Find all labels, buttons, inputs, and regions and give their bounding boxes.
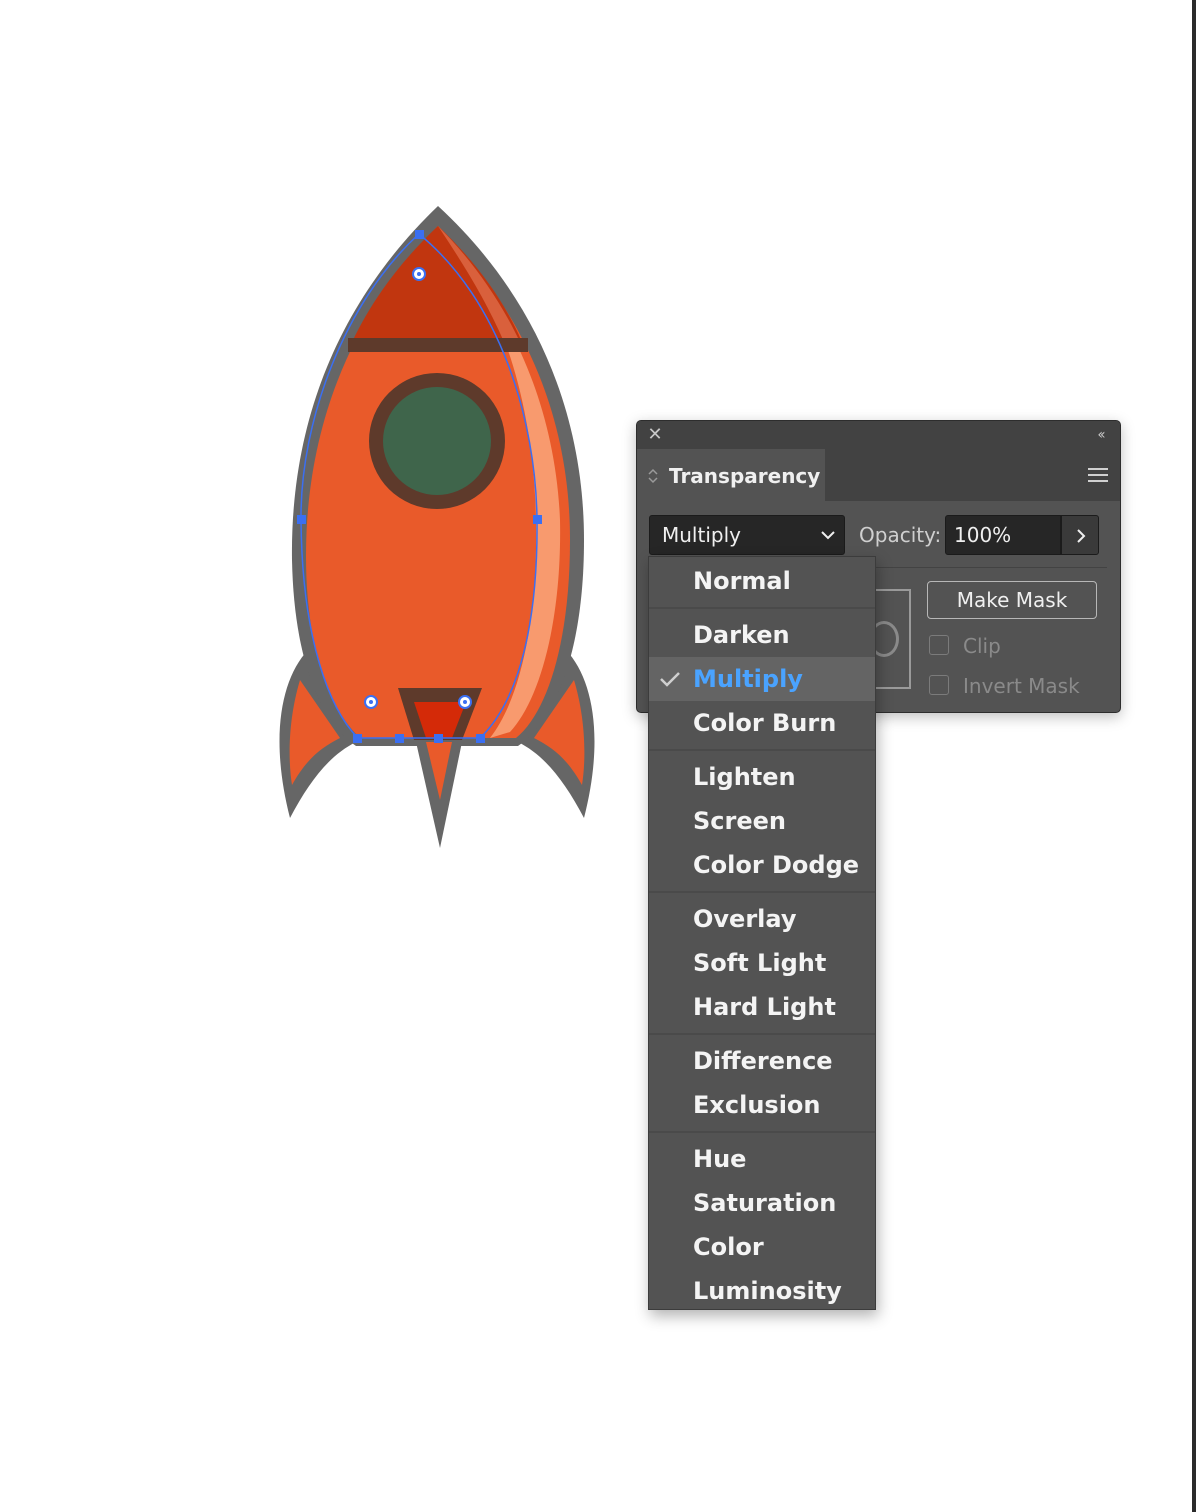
blend-option-label: Color bbox=[693, 1233, 764, 1261]
invert-mask-label: Invert Mask bbox=[963, 674, 1080, 698]
blend-option-multiply[interactable]: Multiply bbox=[649, 657, 875, 701]
blend-mode-value: Multiply bbox=[662, 523, 741, 547]
blend-option-label: Screen bbox=[693, 807, 786, 835]
blend-option-normal[interactable]: Normal bbox=[649, 559, 875, 603]
opacity-label: Opacity: bbox=[859, 523, 942, 547]
dropdown-separator bbox=[649, 1131, 875, 1133]
anchor-point bbox=[476, 734, 485, 743]
canvas-edge bbox=[1192, 0, 1196, 1512]
tab-transparency[interactable]: Transparency bbox=[637, 449, 825, 503]
blend-option-label: Difference bbox=[693, 1047, 833, 1075]
chevron-right-icon bbox=[1077, 529, 1086, 543]
make-mask-button[interactable]: Make Mask bbox=[927, 581, 1097, 619]
opacity-input[interactable]: 100% bbox=[945, 515, 1061, 555]
anchor-point bbox=[533, 515, 542, 524]
blend-option-color-burn[interactable]: Color Burn bbox=[649, 701, 875, 745]
blend-option-overlay[interactable]: Overlay bbox=[649, 897, 875, 941]
blend-option-darken[interactable]: Darken bbox=[649, 613, 875, 657]
blend-option-difference[interactable]: Difference bbox=[649, 1039, 875, 1083]
chevron-down-icon bbox=[821, 531, 835, 540]
blend-option-luminosity[interactable]: Luminosity bbox=[649, 1269, 875, 1313]
blend-option-label: Luminosity bbox=[693, 1277, 842, 1305]
blend-mode-dropdown: Normal Darken Multiply Color Burn Lighten Scr… bbox=[648, 556, 876, 1310]
blend-option-label: Hue bbox=[693, 1145, 747, 1173]
anchor-point bbox=[353, 734, 362, 743]
window-glass bbox=[383, 387, 491, 495]
blend-option-exclusion[interactable]: Exclusion bbox=[649, 1083, 875, 1127]
dropdown-separator bbox=[649, 607, 875, 609]
collapse-icon[interactable]: ‹‹ bbox=[1090, 425, 1110, 445]
anchor-point bbox=[297, 515, 306, 524]
panel-titlebar[interactable]: ✕ ‹‹ bbox=[637, 421, 1120, 449]
blend-option-hard-light[interactable]: Hard Light bbox=[649, 985, 875, 1029]
anchor-point bbox=[434, 734, 443, 743]
blend-option-label: Overlay bbox=[693, 905, 797, 933]
opacity-slider-button[interactable] bbox=[1061, 515, 1099, 555]
blend-option-color[interactable]: Color bbox=[649, 1225, 875, 1269]
blend-option-label: Color Burn bbox=[693, 709, 837, 737]
dropdown-separator bbox=[649, 1033, 875, 1035]
close-icon[interactable]: ✕ bbox=[645, 425, 665, 445]
blend-option-color-dodge[interactable]: Color Dodge bbox=[649, 843, 875, 887]
invert-mask-checkbox[interactable] bbox=[929, 675, 949, 695]
updown-icon bbox=[648, 468, 658, 484]
tab-label: Transparency bbox=[669, 464, 821, 488]
blend-option-lighten[interactable]: Lighten bbox=[649, 755, 875, 799]
blend-option-soft-light[interactable]: Soft Light bbox=[649, 941, 875, 985]
blend-option-label: Multiply bbox=[693, 665, 803, 693]
hamburger-menu-icon[interactable] bbox=[1088, 466, 1108, 484]
rocket-artwork[interactable] bbox=[0, 0, 700, 900]
dropdown-separator bbox=[649, 891, 875, 893]
blend-option-label: Soft Light bbox=[693, 949, 827, 977]
object-thumbnail[interactable] bbox=[873, 589, 911, 689]
anchor-point bbox=[395, 734, 404, 743]
blend-option-label: Normal bbox=[693, 567, 791, 595]
blend-option-label: Exclusion bbox=[693, 1091, 821, 1119]
blend-option-label: Lighten bbox=[693, 763, 796, 791]
checkmark-icon bbox=[660, 672, 680, 687]
blend-option-screen[interactable]: Screen bbox=[649, 799, 875, 843]
blend-option-label: Saturation bbox=[693, 1189, 837, 1217]
panel-tabbar: Transparency bbox=[637, 449, 1120, 503]
blend-option-label: Darken bbox=[693, 621, 790, 649]
blend-option-label: Hard Light bbox=[693, 993, 836, 1021]
anchor-point bbox=[415, 230, 424, 239]
clip-label: Clip bbox=[963, 634, 1001, 658]
dropdown-separator bbox=[649, 749, 875, 751]
blend-option-hue[interactable]: Hue bbox=[649, 1137, 875, 1181]
blend-option-label: Color Dodge bbox=[693, 851, 860, 879]
blend-option-saturation[interactable]: Saturation bbox=[649, 1181, 875, 1225]
nose-band bbox=[348, 338, 528, 352]
clip-checkbox[interactable] bbox=[929, 635, 949, 655]
blend-mode-select[interactable]: Multiply bbox=[649, 515, 845, 555]
